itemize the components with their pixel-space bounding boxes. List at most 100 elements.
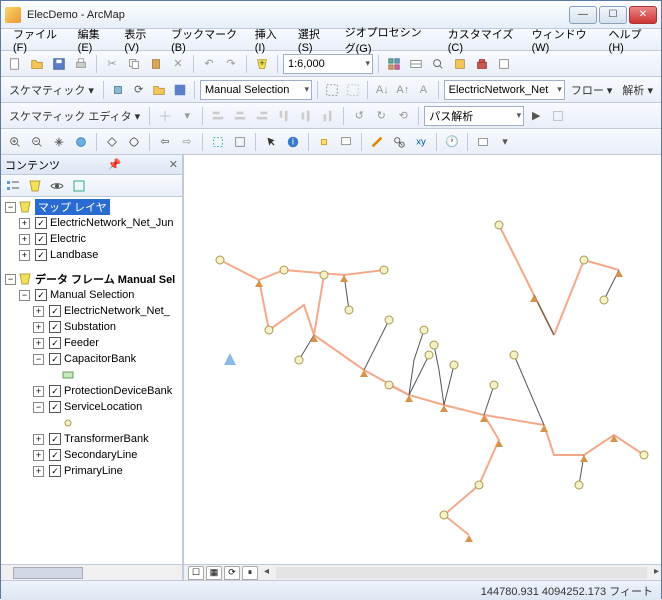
- map-view[interactable]: ☐ ▦ ⟳ ⏸: [183, 155, 661, 580]
- align-right-icon[interactable]: [252, 106, 272, 126]
- selection-mode-combo[interactable]: Manual Selection: [200, 80, 312, 100]
- tree-layer[interactable]: +Feeder: [1, 335, 182, 351]
- python-icon[interactable]: [494, 54, 514, 74]
- select-elements-icon[interactable]: [261, 132, 281, 152]
- menu-file[interactable]: ファイル(F): [7, 24, 68, 56]
- next-extent-icon[interactable]: ⇨: [177, 132, 197, 152]
- layout-task-icon[interactable]: ▾: [177, 106, 197, 126]
- propagate-map-icon[interactable]: [344, 80, 363, 100]
- toc-tree[interactable]: − マップ レイヤ +ElectricNetwork_Net_Jun +Elec…: [1, 197, 182, 564]
- list-by-visibility-icon[interactable]: [49, 178, 65, 194]
- schematic-menu[interactable]: スケマティック ▾: [5, 82, 98, 98]
- zoomout-icon[interactable]: [27, 132, 47, 152]
- menu-select[interactable]: 選択(S): [292, 24, 335, 56]
- list-by-source-icon[interactable]: [27, 178, 43, 194]
- close-panel-icon[interactable]: ✕: [169, 158, 178, 171]
- print-icon[interactable]: [71, 54, 91, 74]
- new-icon[interactable]: [5, 54, 25, 74]
- tree-layer[interactable]: +ProtectionDeviceBank: [1, 383, 182, 399]
- tree-layer[interactable]: +Substation: [1, 319, 182, 335]
- align-bottom-icon[interactable]: [318, 106, 338, 126]
- add-data-icon[interactable]: +: [252, 54, 272, 74]
- editor-toolbar-icon[interactable]: [384, 54, 404, 74]
- align-center-icon[interactable]: [230, 106, 250, 126]
- copy-icon[interactable]: [124, 54, 144, 74]
- tree-layer[interactable]: +ElectricNetwork_Net_: [1, 303, 182, 319]
- prev-extent-icon[interactable]: ⇦: [155, 132, 175, 152]
- tree-manual-root[interactable]: −Manual Selection: [1, 287, 182, 303]
- network-combo[interactable]: ElectricNetwork_Net: [444, 80, 565, 100]
- refresh-icon[interactable]: ⟳: [224, 566, 240, 580]
- restore-symbol-icon[interactable]: A: [414, 80, 433, 100]
- arccatalog-icon[interactable]: [450, 54, 470, 74]
- menu-window[interactable]: ウィンドウ(W): [526, 24, 599, 56]
- tree-layer[interactable]: +Electric: [1, 231, 182, 247]
- list-by-selection-icon[interactable]: [71, 178, 87, 194]
- close-button[interactable]: ✕: [629, 6, 657, 24]
- tree-layer[interactable]: +ElectricNetwork_Net_Jun: [1, 215, 182, 231]
- toolbox-icon[interactable]: [472, 54, 492, 74]
- data-view-tab[interactable]: ☐: [188, 566, 204, 580]
- pause-icon[interactable]: ⏸: [242, 566, 258, 580]
- maximize-button[interactable]: ☐: [599, 6, 627, 24]
- menu-geoprocessing[interactable]: ジオプロセシング(G): [339, 22, 438, 58]
- clear-selection-icon[interactable]: [230, 132, 250, 152]
- generate-diagram-icon[interactable]: [109, 80, 128, 100]
- tree-layer[interactable]: −CapacitorBank: [1, 351, 182, 367]
- map-hscrollbar[interactable]: [276, 567, 647, 579]
- scale-combo[interactable]: 1:6,000: [283, 54, 373, 74]
- identify-icon[interactable]: i: [283, 132, 303, 152]
- toc-hscroll[interactable]: [1, 564, 182, 580]
- layout-props-icon[interactable]: [548, 106, 568, 126]
- flow-menu[interactable]: フロー ▾: [567, 82, 617, 98]
- time-slider-icon[interactable]: 🕐: [442, 132, 462, 152]
- schematic-editor-menu[interactable]: スケマティック エディタ ▾: [5, 108, 144, 124]
- increase-symbol-icon[interactable]: A↑: [394, 80, 413, 100]
- tree-layer[interactable]: +Landbase: [1, 247, 182, 263]
- rotate-by-icon[interactable]: ⟲: [393, 106, 413, 126]
- find-icon[interactable]: [389, 132, 409, 152]
- full-extent-icon[interactable]: [71, 132, 91, 152]
- align-left-icon[interactable]: [208, 106, 228, 126]
- pan-icon[interactable]: [49, 132, 69, 152]
- menu-customize[interactable]: カスタマイズ(C): [442, 24, 522, 56]
- analysis-menu[interactable]: 解析 ▾: [618, 82, 657, 98]
- decrease-symbol-icon[interactable]: A↓: [373, 80, 392, 100]
- menu-bookmark[interactable]: ブックマーク(B): [165, 24, 245, 56]
- tree-layer[interactable]: +SecondaryLine: [1, 447, 182, 463]
- propagate-icon[interactable]: [323, 80, 342, 100]
- save-icon[interactable]: [49, 54, 69, 74]
- align-top-icon[interactable]: [274, 106, 294, 126]
- rotate-right-icon[interactable]: ↻: [371, 106, 391, 126]
- my-places-icon[interactable]: ▾: [495, 132, 515, 152]
- rotate-left-icon[interactable]: ↺: [349, 106, 369, 126]
- find-route-icon[interactable]: xy: [411, 132, 431, 152]
- undo-icon[interactable]: ↶: [199, 54, 219, 74]
- menu-edit[interactable]: 編集(E): [72, 24, 115, 56]
- minimize-button[interactable]: —: [569, 6, 597, 24]
- tree-layer[interactable]: +PrimaryLine: [1, 463, 182, 479]
- measure-icon[interactable]: [367, 132, 387, 152]
- hyperlink-icon[interactable]: [314, 132, 334, 152]
- tree-frame-manual[interactable]: − データ フレーム Manual Sel: [1, 271, 182, 287]
- analysis-type-combo[interactable]: パス解析: [424, 106, 524, 126]
- menu-insert[interactable]: 挿入(I): [249, 24, 288, 56]
- tree-layer[interactable]: −ServiceLocation: [1, 399, 182, 415]
- catalog-icon[interactable]: [406, 54, 426, 74]
- open-diagram-icon[interactable]: [150, 80, 169, 100]
- delete-icon[interactable]: ✕: [168, 54, 188, 74]
- list-by-drawing-icon[interactable]: [5, 178, 21, 194]
- pin-icon[interactable]: 📌: [108, 158, 122, 171]
- redo-icon[interactable]: ↷: [221, 54, 241, 74]
- save-edits-icon[interactable]: [171, 80, 190, 100]
- create-viewer-icon[interactable]: [473, 132, 493, 152]
- open-icon[interactable]: [27, 54, 47, 74]
- search-icon[interactable]: [428, 54, 448, 74]
- fixed-zoomin-icon[interactable]: [102, 132, 122, 152]
- edit-move-icon[interactable]: [155, 106, 175, 126]
- apply-layout-icon[interactable]: ▶: [526, 106, 546, 126]
- select-features-icon[interactable]: [208, 132, 228, 152]
- paste-icon[interactable]: [146, 54, 166, 74]
- tree-frame-layers[interactable]: − マップ レイヤ: [1, 199, 182, 215]
- fixed-zoomout-icon[interactable]: [124, 132, 144, 152]
